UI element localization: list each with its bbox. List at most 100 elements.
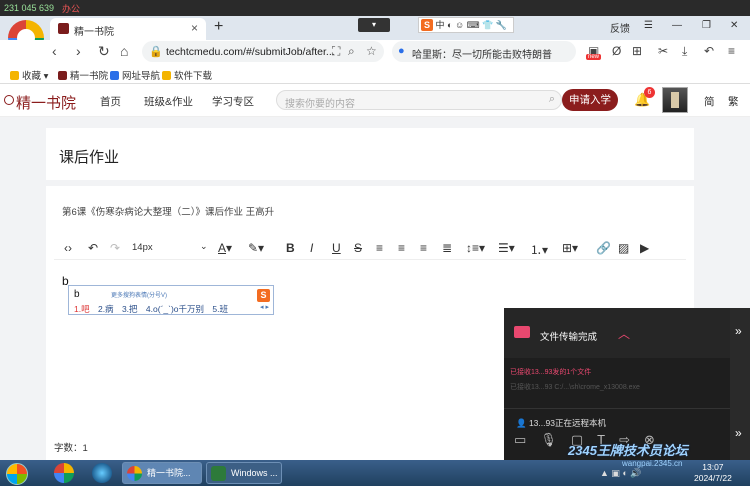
- nav-class-homework[interactable]: 班级&作业: [144, 94, 193, 109]
- url-text[interactable]: techtcmedu.com/#/submitJob/after...: [166, 46, 335, 58]
- align-center-icon[interactable]: ≡: [398, 241, 405, 255]
- system-strip: 231 045 639 办公: [0, 0, 750, 16]
- ime-hint[interactable]: 更多搜狗表情(分号V): [111, 290, 167, 299]
- reload-icon[interactable]: ↻: [98, 43, 110, 60]
- undo-edit-icon[interactable]: ↶: [88, 241, 98, 255]
- table-icon[interactable]: ⊞▾: [562, 241, 578, 255]
- justify-icon[interactable]: ≣: [442, 241, 452, 255]
- enroll-button[interactable]: 申请入学: [562, 89, 618, 111]
- font-size-select[interactable]: 14px ⌄: [132, 241, 208, 253]
- transfer-line-2: 已接收13...93 C:/...\sh\crome_x13008.exe: [510, 384, 640, 391]
- clock[interactable]: 13:07 2024/7/22: [694, 462, 732, 484]
- strikethrough-icon[interactable]: S: [354, 241, 362, 255]
- highlight-icon[interactable]: ✎▾: [248, 241, 264, 255]
- folder-icon: [514, 326, 530, 338]
- lang-simplified[interactable]: 简: [704, 94, 715, 109]
- close-window-button[interactable]: ✕: [730, 20, 738, 31]
- new-badge: new: [586, 54, 602, 60]
- ime-candidate[interactable]: 5.班: [212, 304, 228, 314]
- menu-lines-icon[interactable]: ≡: [728, 44, 735, 58]
- watermark-brand: 2345王牌技术员论坛: [568, 443, 688, 458]
- menu-button[interactable]: ☰: [644, 20, 653, 31]
- line-height-icon[interactable]: ↕≡▾: [466, 241, 485, 255]
- search-engine-icon: ●: [398, 45, 405, 57]
- bookmark-jingyi[interactable]: 精一书院: [58, 68, 108, 82]
- cut-icon[interactable]: ✂: [658, 44, 668, 58]
- bookmark-favorites[interactable]: 收藏 ▾: [10, 68, 48, 82]
- ime-candidate-popup[interactable]: b 更多搜狗表情(分号V) S 1.吧 2.病 3.把 4.o(ˊ_ˋ)o千万别…: [68, 285, 274, 315]
- bookmark-download[interactable]: 软件下载: [162, 68, 212, 82]
- align-left-icon[interactable]: ≡: [376, 241, 383, 255]
- browser-search-box[interactable]: ● 哈里斯：尽一切所能击败特朗普: [392, 41, 576, 62]
- font-color-icon[interactable]: A▾: [218, 241, 232, 255]
- code-view-icon[interactable]: ‹›: [64, 241, 72, 255]
- ime-candidate[interactable]: 1.吧: [74, 304, 90, 314]
- video-icon[interactable]: ▶: [640, 241, 649, 255]
- feedback-button[interactable]: 反馈: [610, 20, 630, 35]
- numbered-list-icon[interactable]: ⒈▾: [530, 241, 548, 258]
- title-card: 课后作业: [46, 128, 694, 180]
- link-icon[interactable]: 🔗: [596, 241, 611, 255]
- screenshot-icon[interactable]: ⛶: [332, 44, 340, 59]
- address-bar[interactable]: 🔒 techtcmedu.com/#/submitJob/after... ⛶ …: [142, 41, 384, 62]
- tray-icons[interactable]: ▲ ▣ ◐ 🔊: [600, 468, 642, 479]
- bullet-list-icon[interactable]: ☰▾: [498, 241, 515, 255]
- ime-status-bar[interactable]: S 中 ◐ ☺ ⌨ 👕 🔧: [418, 17, 514, 33]
- sogou-logo-icon: S: [257, 289, 270, 302]
- collapse-chevron-icon[interactable]: ︿: [618, 325, 630, 342]
- ime-candidate[interactable]: 3.把: [122, 304, 138, 314]
- back-icon[interactable]: ‹: [52, 43, 57, 59]
- browser-taskbar-icon[interactable]: [54, 463, 74, 483]
- site-logo[interactable]: 精一书院: [4, 92, 76, 113]
- search-placeholder: 搜索你要的内容: [285, 99, 355, 110]
- image-icon[interactable]: ▨: [618, 241, 629, 255]
- ime-candidate[interactable]: 4.o(ˊ_ˋ)o千万别: [146, 304, 204, 314]
- search-icon[interactable]: ⌕: [549, 93, 555, 106]
- media-player-icon[interactable]: [92, 463, 112, 483]
- ime-toolbar-icons: 中 ◐ ☺ ⌨ 👕 🔧: [435, 20, 508, 30]
- underline-icon[interactable]: U: [332, 241, 341, 255]
- ime-candidate[interactable]: 2.病: [98, 304, 114, 314]
- bold-icon[interactable]: B: [286, 241, 295, 255]
- forward-icon[interactable]: ›: [76, 43, 81, 59]
- italic-icon[interactable]: I: [310, 241, 313, 255]
- download-icon[interactable]: ⤓: [682, 44, 687, 59]
- tab-dropdown-button[interactable]: ▾: [358, 18, 390, 32]
- redo-edit-icon[interactable]: ↷: [110, 241, 120, 255]
- site-search-input[interactable]: 搜索你要的内容 ⌕: [276, 90, 562, 110]
- sync-icon[interactable]: Ø: [612, 44, 621, 58]
- transfer-line-1: 已接收13...93发的1个文件: [510, 369, 592, 376]
- browser-tab[interactable]: 精一书院 ×: [50, 18, 206, 40]
- apps-icon[interactable]: ⊞: [632, 44, 642, 58]
- align-right-icon[interactable]: ≡: [420, 241, 427, 255]
- watermark-url: wangpai.2345.cn: [622, 459, 683, 468]
- new-tab-button[interactable]: +: [214, 18, 223, 36]
- notification-count: 6: [644, 87, 655, 98]
- nav-home[interactable]: 首页: [100, 94, 121, 109]
- bookmark-star-icon[interactable]: ☆: [366, 44, 377, 58]
- search-suggestion[interactable]: 哈里斯：尽一切所能击败特朗普: [412, 46, 552, 61]
- file-transfer-title: 文件传输完成: [540, 332, 598, 343]
- tab-close-icon[interactable]: ×: [191, 21, 198, 35]
- chat-icon[interactable]: ▭: [514, 432, 540, 447]
- expand-arrow-icon[interactable]: »: [735, 324, 742, 338]
- undo-icon[interactable]: ↶: [704, 44, 714, 58]
- expand-arrow-icon[interactable]: »: [735, 426, 742, 440]
- remote-connection-status: 👤 13...93正在远程本机: [516, 418, 606, 428]
- notification-bell-icon[interactable]: 🔔 6: [634, 87, 655, 108]
- start-button[interactable]: [6, 463, 28, 485]
- search-page-icon[interactable]: ⌕: [348, 44, 355, 59]
- minimize-button[interactable]: —: [672, 20, 682, 31]
- remote-id: 231 045 639: [4, 3, 55, 13]
- ime-page-arrows-icon[interactable]: ◂ ▸: [260, 303, 269, 311]
- bookmark-nav[interactable]: 网址导航: [110, 68, 160, 82]
- home-icon[interactable]: ⌂: [120, 43, 128, 59]
- task-browser[interactable]: 精一书院...: [122, 462, 202, 484]
- task-windows[interactable]: Windows ...: [206, 462, 282, 484]
- lang-traditional[interactable]: 繁: [728, 94, 739, 109]
- nav-study[interactable]: 学习专区: [212, 94, 254, 109]
- mic-icon[interactable]: 🎙: [540, 432, 571, 447]
- chevron-down-icon: ⌄: [200, 241, 208, 251]
- avatar[interactable]: [662, 87, 688, 113]
- restore-button[interactable]: ❐: [702, 20, 711, 31]
